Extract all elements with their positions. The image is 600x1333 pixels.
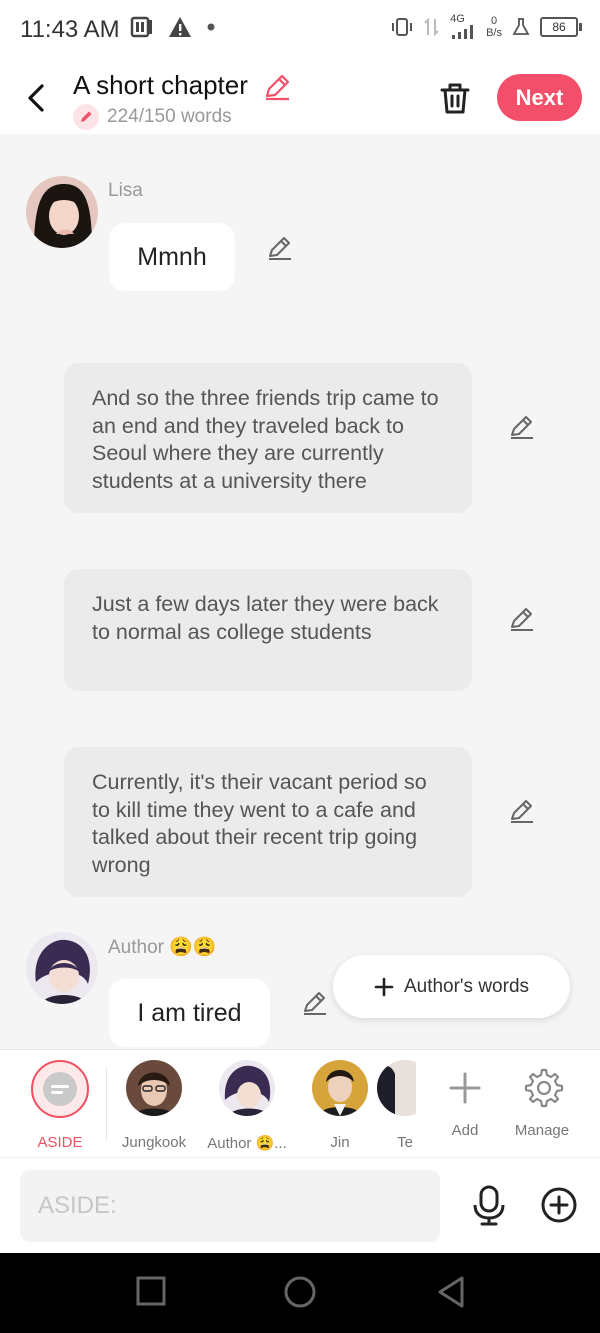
character-name: Jin — [330, 1134, 350, 1151]
editor-header: A short chapter 224/150 words Next — [0, 62, 600, 134]
word-count: 224/150 words — [73, 104, 232, 130]
avatar-author[interactable] — [26, 932, 98, 1004]
character-bar: ASIDE Jungkook Author 😩... Jin Te Add Ma… — [0, 1049, 600, 1158]
avatar — [126, 1060, 182, 1116]
signal-icon — [452, 25, 474, 39]
net-speed-unit: B/s — [486, 26, 502, 39]
network-type: 4G — [450, 13, 465, 25]
character-te[interactable]: Te — [366, 1060, 416, 1151]
back-nav-button[interactable] — [435, 1275, 467, 1309]
sender-name: Lisa — [108, 180, 143, 201]
sender-name: Author 😩😩 — [108, 937, 217, 958]
chat-area[interactable]: Lisa Mmnh And so the three friends trip … — [0, 134, 600, 1048]
avatar — [219, 1060, 275, 1116]
edit-icon[interactable] — [301, 989, 329, 1017]
status-bar: 11:43 AM 4G 0 B/s 86 — [0, 0, 600, 62]
gear-icon — [524, 1068, 564, 1108]
net-speed-value: 0 — [490, 14, 498, 27]
battery-level: 86 — [540, 16, 578, 37]
aside-input[interactable] — [20, 1170, 440, 1242]
character-name: Author 😩... — [207, 1135, 287, 1152]
trash-icon[interactable] — [438, 80, 472, 116]
add-character-button[interactable]: Add — [425, 1060, 505, 1139]
avatar — [312, 1060, 368, 1116]
dot-icon — [207, 23, 215, 31]
add-label: Add — [451, 1122, 479, 1139]
system-nav-bar — [0, 1253, 600, 1333]
back-button[interactable] — [22, 80, 52, 116]
flask-icon — [512, 17, 530, 35]
authors-words-label: Author's words — [403, 975, 530, 997]
manage-button[interactable]: Manage — [502, 1060, 582, 1139]
edit-title-icon[interactable] — [262, 72, 292, 102]
character-author[interactable]: Author 😩... — [207, 1060, 287, 1152]
chapter-title[interactable]: A short chapter — [73, 70, 248, 101]
input-bar — [0, 1157, 600, 1254]
edit-icon[interactable] — [266, 234, 294, 262]
word-count-text: 224/150 words — [107, 106, 232, 127]
chat-bubble-icon — [43, 1072, 77, 1106]
character-name: ASIDE — [37, 1134, 83, 1151]
app-notification-icon — [130, 16, 152, 38]
vibrate-icon — [392, 17, 413, 36]
authors-words-button[interactable]: Author's words — [333, 955, 570, 1018]
home-button[interactable] — [283, 1275, 317, 1309]
add-circle-icon[interactable] — [540, 1186, 578, 1224]
signal-indicator: 4G — [450, 14, 476, 39]
narration-bubble[interactable]: Just a few days later they were back to … — [64, 569, 472, 691]
character-jungkook[interactable]: Jungkook — [114, 1060, 194, 1151]
data-arrows-icon — [424, 17, 439, 36]
next-button[interactable]: Next — [497, 74, 582, 121]
status-time: 11:43 AM — [20, 16, 120, 43]
avatar — [377, 1060, 416, 1116]
message-bubble[interactable]: I am tired — [109, 979, 270, 1047]
plus-icon — [449, 1072, 481, 1104]
net-speed: 0 B/s — [486, 15, 502, 39]
character-name: Jungkook — [121, 1134, 187, 1151]
battery-tip — [579, 22, 582, 31]
pencil-icon — [73, 104, 99, 130]
edit-icon[interactable] — [508, 605, 536, 633]
status-left-icons — [130, 16, 216, 38]
microphone-icon[interactable] — [470, 1184, 508, 1226]
narration-bubble[interactable]: And so the three friends trip came to an… — [64, 363, 472, 513]
aside-avatar — [31, 1060, 89, 1118]
battery-indicator: 86 — [540, 16, 582, 37]
warning-icon — [169, 17, 191, 37]
plus-icon — [374, 977, 394, 996]
avatar-lisa[interactable] — [26, 176, 98, 248]
character-name: Te — [397, 1134, 413, 1151]
recent-apps-button[interactable] — [135, 1275, 167, 1307]
status-right: 4G 0 B/s 86 — [390, 14, 582, 39]
edit-icon[interactable] — [508, 797, 536, 825]
edit-icon[interactable] — [508, 413, 536, 441]
manage-label: Manage — [514, 1122, 570, 1139]
divider — [106, 1068, 107, 1140]
message-bubble[interactable]: Mmnh — [109, 223, 235, 291]
narration-bubble[interactable]: Currently, it's their vacant period so t… — [64, 747, 472, 897]
character-aside[interactable]: ASIDE — [20, 1060, 100, 1151]
